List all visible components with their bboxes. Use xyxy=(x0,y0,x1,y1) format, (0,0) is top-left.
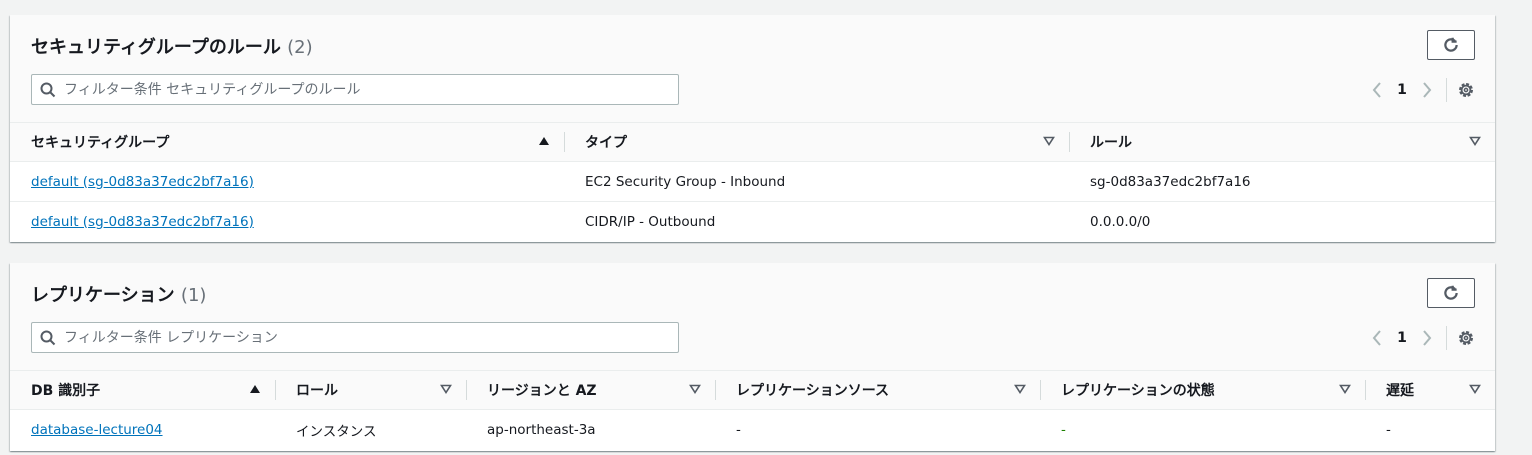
security-group-link[interactable]: default (sg-0d83a37edc2bf7a16) xyxy=(31,214,254,230)
sort-descending-outline-icon[interactable] xyxy=(1014,384,1026,394)
table-row: default (sg-0d83a37edc2bf7a16) CIDR/IP -… xyxy=(10,202,1495,242)
column-header-role[interactable]: ロール xyxy=(275,371,466,410)
column-label: ルール xyxy=(1090,135,1132,151)
panel-title: レプリケーション (1) xyxy=(31,281,206,307)
column-header-type[interactable]: タイプ xyxy=(564,123,1069,162)
next-page-button[interactable] xyxy=(1416,82,1438,98)
cell-lag: - xyxy=(1386,421,1391,438)
security-group-link[interactable]: default (sg-0d83a37edc2bf7a16) xyxy=(31,174,254,190)
search-icon xyxy=(40,82,56,98)
pagination: 1 xyxy=(1366,323,1475,353)
cell-role: インスタンス xyxy=(296,423,377,440)
column-label: レプリケーションソース xyxy=(736,383,890,399)
cell-security-group: default (sg-0d83a37edc2bf7a16) xyxy=(10,202,564,242)
column-label: 遅延 xyxy=(1386,383,1414,399)
filter-input[interactable] xyxy=(62,328,678,347)
cell-type: EC2 Security Group - Inbound xyxy=(564,161,1069,202)
page-number[interactable]: 1 xyxy=(1388,330,1416,346)
gear-icon xyxy=(1459,83,1473,97)
divider xyxy=(1446,78,1447,102)
table-header-row: セキュリティグループ タイプ ルール xyxy=(10,123,1495,162)
sort-descending-outline-icon[interactable] xyxy=(1469,384,1481,394)
refresh-icon xyxy=(1444,285,1458,300)
column-label: セキュリティグループ xyxy=(31,135,170,151)
preferences-button[interactable] xyxy=(1457,81,1475,99)
refresh-icon xyxy=(1444,37,1458,52)
chevron-left-icon xyxy=(1372,82,1381,98)
column-label: リージョンと AZ xyxy=(487,383,597,399)
panel-title: セキュリティグループのルール (2) xyxy=(31,33,313,59)
chevron-left-icon xyxy=(1372,330,1381,346)
prev-page-button[interactable] xyxy=(1366,330,1388,346)
column-label: タイプ xyxy=(585,135,627,151)
cell-type: CIDR/IP - Outbound xyxy=(585,213,716,230)
filter-input[interactable] xyxy=(62,80,678,99)
chevron-right-icon xyxy=(1423,330,1432,346)
prev-page-button[interactable] xyxy=(1366,82,1388,98)
cell-rule: 0.0.0.0/0 xyxy=(1090,213,1151,230)
sort-descending-outline-icon[interactable] xyxy=(1339,384,1351,394)
panel-title-text: レプリケーション xyxy=(31,285,175,306)
sort-descending-outline-icon[interactable] xyxy=(440,384,452,394)
table-row: default (sg-0d83a37edc2bf7a16) EC2 Secur… xyxy=(10,161,1495,202)
column-header-replication-status[interactable]: レプリケーションの状態 xyxy=(1040,371,1365,410)
chevron-right-icon xyxy=(1423,82,1432,98)
column-header-lag[interactable]: 遅延 xyxy=(1365,371,1495,410)
cell-region-az: ap-northeast-3a xyxy=(487,421,596,438)
refresh-button[interactable] xyxy=(1427,278,1475,308)
cell-security-group: default (sg-0d83a37edc2bf7a16) xyxy=(10,161,564,202)
sort-descending-outline-icon[interactable] xyxy=(1469,136,1481,146)
column-header-db-identifier[interactable]: DB 識別子 xyxy=(10,371,275,410)
panel-count: (1) xyxy=(180,285,207,306)
column-header-replication-source[interactable]: レプリケーションソース xyxy=(715,371,1040,410)
column-label: DB 識別子 xyxy=(31,383,101,399)
table-row: database-lecture04 インスタンス ap-northeast-3… xyxy=(10,410,1495,450)
pagination: 1 xyxy=(1366,75,1475,105)
column-label: レプリケーションの状態 xyxy=(1061,383,1215,399)
panel-count: (2) xyxy=(287,37,313,58)
refresh-button[interactable] xyxy=(1427,30,1475,60)
column-header-rule[interactable]: ルール xyxy=(1069,123,1495,162)
table-header-row: DB 識別子 ロール リージョンと AZ レプリケーションソース レプリケーショ… xyxy=(10,371,1495,410)
filter-input-box[interactable] xyxy=(31,74,679,105)
replication-table: DB 識別子 ロール リージョンと AZ レプリケーションソース レプリケーショ… xyxy=(10,371,1495,449)
cell-db-identifier: database-lecture04 xyxy=(10,410,275,450)
panel-header: レプリケーション (1) 1 xyxy=(10,263,1495,371)
column-header-security-group[interactable]: セキュリティグループ xyxy=(10,123,564,162)
column-header-region-az[interactable]: リージョンと AZ xyxy=(466,371,715,410)
sort-descending-outline-icon[interactable] xyxy=(1043,136,1055,146)
cell-replication-status: - xyxy=(1061,421,1066,438)
cell-replication-source: - xyxy=(736,421,741,438)
gear-icon xyxy=(1459,331,1473,345)
filter-input-box[interactable] xyxy=(31,322,679,353)
panel-header: セキュリティグループのルール (2) 1 xyxy=(10,15,1495,123)
cell-rule: sg-0d83a37edc2bf7a16 xyxy=(1069,161,1495,202)
sort-ascending-icon[interactable] xyxy=(249,384,261,394)
panel-title-text: セキュリティグループのルール xyxy=(31,37,281,58)
page-number[interactable]: 1 xyxy=(1388,82,1416,98)
sort-ascending-icon[interactable] xyxy=(538,136,550,146)
column-label: ロール xyxy=(296,383,338,399)
security-group-rules-table: セキュリティグループ タイプ ルール default (sg-0d83a37ed… xyxy=(10,123,1495,241)
divider xyxy=(1446,326,1447,350)
search-icon xyxy=(40,330,56,346)
replication-panel: レプリケーション (1) 1 xyxy=(10,263,1495,451)
db-identifier-link[interactable]: database-lecture04 xyxy=(31,422,163,438)
security-group-rules-panel: セキュリティグループのルール (2) 1 xyxy=(10,15,1495,242)
preferences-button[interactable] xyxy=(1457,329,1475,347)
sort-descending-outline-icon[interactable] xyxy=(689,384,701,394)
next-page-button[interactable] xyxy=(1416,330,1438,346)
